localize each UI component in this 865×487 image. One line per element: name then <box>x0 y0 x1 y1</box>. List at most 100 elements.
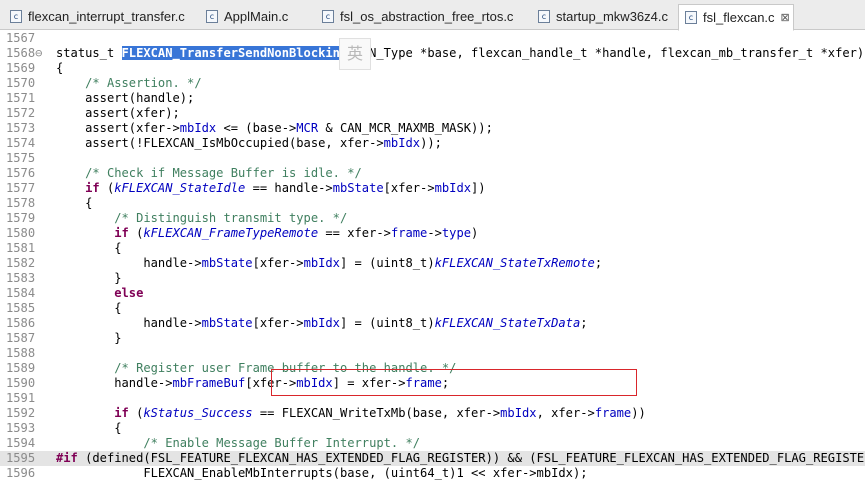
line-number: 1585 <box>6 301 36 315</box>
code-text: assert(!FLEXCAN_IsMbOccupied(base, xfer-… <box>56 136 442 151</box>
code-token: handle-> <box>56 316 202 330</box>
code-line[interactable]: 1588 <box>0 346 865 361</box>
code-line[interactable]: 1574 assert(!FLEXCAN_IsMbOccupied(base, … <box>0 136 865 151</box>
code-text: if (kFLEXCAN_StateIdle == handle->mbStat… <box>56 181 486 196</box>
code-line[interactable]: 1587 } <box>0 331 865 346</box>
tab-startup-mkw36z4[interactable]: c startup_mkw36z4.c <box>532 4 672 29</box>
code-token: type <box>441 226 472 240</box>
code-text: } <box>56 331 121 346</box>
code-line[interactable]: 1581 { <box>0 241 865 256</box>
code-text: /* Distinguish transmit type. */ <box>56 211 347 226</box>
code-token: == handle-> <box>245 181 333 195</box>
code-token: mbState <box>201 316 253 330</box>
code-token: assert(!FLEXCAN_IsMbOccupied(base, xfer-… <box>56 136 384 150</box>
code-line[interactable]: 1582 handle->mbState[xfer->mbIdx] = (uin… <box>0 256 865 271</box>
line-number: 1587 <box>6 331 36 345</box>
code-line[interactable]: 1573 assert(xfer->mbIdx <= (base->MCR & … <box>0 121 865 136</box>
line-number: 1574 <box>6 136 36 150</box>
line-number: 1583 <box>6 271 36 285</box>
code-token: { <box>56 196 93 210</box>
close-tab-icon[interactable]: ⊠ <box>781 11 790 24</box>
code-token: ]) <box>471 181 486 195</box>
tab-fsl-os-abstraction[interactable]: c fsl_os_abstraction_free_rtos.c <box>316 4 528 29</box>
line-number: 1575 <box>6 151 36 165</box>
line-number: 1588 <box>6 346 36 360</box>
code-token: ; <box>594 256 603 270</box>
c-source-file-icon: c <box>538 10 550 23</box>
line-number: 1594 <box>6 436 36 450</box>
c-source-file-icon: c <box>206 10 218 23</box>
c-source-file-icon: c <box>322 10 334 23</box>
code-token: mbIdx <box>500 406 537 420</box>
code-line[interactable]: 1580 if (kFLEXCAN_FrameTypeRemote == xfe… <box>0 226 865 241</box>
tab-applmain[interactable]: c ApplMain.c <box>200 4 312 29</box>
tab-label: fsl_os_abstraction_free_rtos.c <box>340 9 514 24</box>
code-token: [xfer-> <box>252 316 304 330</box>
c-source-file-icon: c <box>685 11 697 24</box>
code-token: { <box>56 301 122 315</box>
line-number: 1580 <box>6 226 36 240</box>
code-line[interactable]: 1576 /* Check if Message Buffer is idle.… <box>0 166 865 181</box>
line-number: 1569 <box>6 61 36 75</box>
code-token: mbFrameBuf <box>172 376 246 390</box>
tab-label: flexcan_interrupt_transfer.c <box>28 9 185 24</box>
code-line[interactable]: 1572 assert(xfer); <box>0 106 865 121</box>
code-line[interactable]: 1568⊖ status_t FLEXCAN_TransferSendNonBlo… <box>0 45 865 61</box>
code-line[interactable]: 1596 FLEXCAN_EnableMbInterrupts(base, (u… <box>0 466 865 481</box>
code-line[interactable]: 1577 if (kFLEXCAN_StateIdle == handle->m… <box>0 181 865 196</box>
code-token: kFLEXCAN_StateTxData <box>434 316 581 330</box>
code-line[interactable]: 1595 #if (defined(FSL_FEATURE_FLEXCAN_HAS… <box>0 451 865 466</box>
keyword-token: else <box>114 286 144 300</box>
code-token: mbIdx <box>303 316 340 330</box>
code-line[interactable]: 1584 else <box>0 286 865 301</box>
code-text: { <box>56 421 121 436</box>
code-line[interactable]: 1585 { <box>0 301 865 316</box>
code-token: mbIdx <box>383 136 421 150</box>
code-line[interactable]: 1586 handle->mbState[xfer->mbIdx] = (uin… <box>0 316 865 331</box>
code-token: ; <box>580 316 588 330</box>
code-line[interactable]: 1583 } <box>0 271 865 286</box>
line-number: 1577 <box>6 181 36 195</box>
code-text: handle->mbState[xfer->mbIdx] = (uint8_t)… <box>56 316 588 331</box>
code-line[interactable]: 1575 <box>0 151 865 166</box>
code-line[interactable]: 1567 <box>0 31 865 46</box>
editor-tab-bar: c flexcan_interrupt_transfer.c c ApplMai… <box>0 0 865 31</box>
code-token: == xfer-> <box>318 226 391 240</box>
code-line[interactable]: 1578 { <box>0 196 865 211</box>
code-text: { <box>56 196 92 211</box>
tab-fsl-flexcan[interactable]: c fsl_flexcan.c ⊠ <box>678 4 794 31</box>
code-line[interactable]: 1579 /* Distinguish transmit type. */ <box>0 211 865 226</box>
tab-label: ApplMain.c <box>224 9 289 24</box>
code-text: { <box>56 241 122 256</box>
code-token: assert(xfer-> <box>56 121 180 135</box>
code-line[interactable]: 1593 { <box>0 421 865 436</box>
line-number: 1592 <box>6 406 36 420</box>
code-token: ( <box>128 226 144 240</box>
code-line[interactable]: 1569 { <box>0 61 865 76</box>
code-line[interactable]: 1592 if (kStatus_Success == FLEXCAN_Writ… <box>0 406 865 421</box>
c-source-file-icon: c <box>10 10 22 23</box>
code-token: kFLEXCAN_StateIdle <box>114 181 246 195</box>
keyword-token: if <box>85 181 100 195</box>
code-token: ( <box>99 181 115 195</box>
code-token: { <box>56 241 122 255</box>
code-text: FLEXCAN_EnableMbInterrupts(base, (uint64… <box>56 466 588 481</box>
line-number: 1595 <box>6 451 36 465</box>
code-editor[interactable]: 1567 1568⊖ status_t FLEXCAN_TransferSendNo… <box>0 31 865 487</box>
tab-flexcan-interrupt-transfer[interactable]: c flexcan_interrupt_transfer.c <box>4 4 194 29</box>
code-token: , xfer-> <box>536 406 595 420</box>
code-text: assert(xfer); <box>56 106 180 121</box>
comment-token: /* Assertion. */ <box>85 76 202 90</box>
code-token: FLEXCAN_EnableMbInterrupts(base, (uint64… <box>56 466 588 480</box>
keyword-token: #if <box>56 451 78 465</box>
code-text: /* Assertion. */ <box>56 76 202 91</box>
code-line[interactable]: 1594 /* Enable Message Buffer Interrupt.… <box>0 436 865 451</box>
code-line[interactable]: 1571 assert(handle); <box>0 91 865 106</box>
code-token: & CAN_MCR_MAXMB_MASK)); <box>318 121 493 135</box>
code-token: mbState <box>201 256 253 270</box>
code-line[interactable]: 1570 /* Assertion. */ <box>0 76 865 91</box>
